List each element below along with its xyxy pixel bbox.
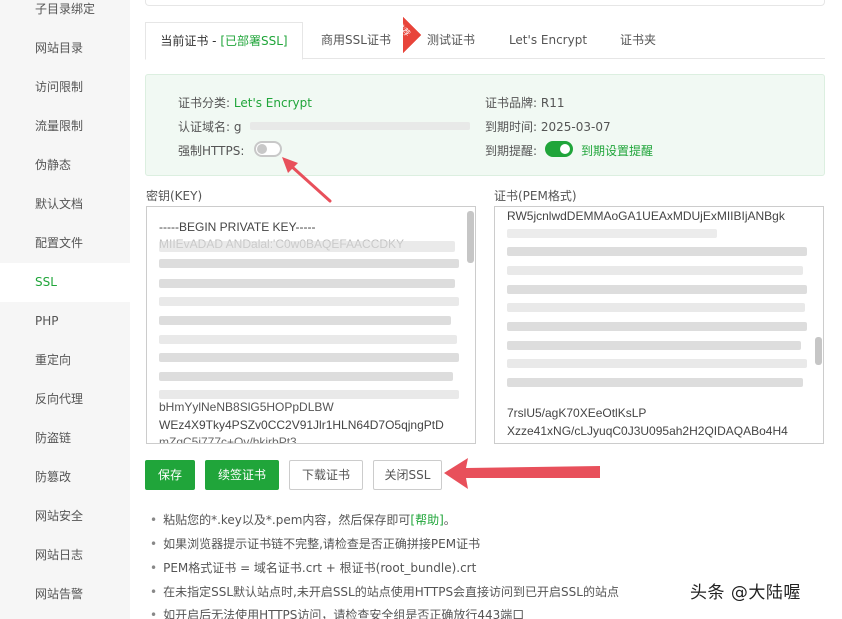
key-line-tail1: bHmYylNeNB8SlG5HOPpDLBW [159,400,334,414]
redacted-cert-line [507,266,803,275]
cert-expire-value: 2025-03-07 [540,120,611,134]
redacted-key-line [159,316,451,325]
sidebar-item-config-file[interactable]: 配置文件 [0,224,130,263]
sidebar-item-site-directory[interactable]: 网站目录 [0,29,130,68]
cert-brand-row: 证书品牌: R11 [485,94,564,111]
private-key-textarea[interactable]: -----BEGIN PRIVATE KEY----- MIIEvADAD AN… [146,206,476,444]
redacted-key-line [159,372,453,381]
redacted-cert-line [507,285,807,294]
key-line-tail2: WEz4X9Tky4PSZv0CC2V91Jlr1HLN64D7O5qjngPt… [159,418,444,432]
tab-commercial-ssl[interactable]: 商用SSL证书 [315,22,397,59]
sidebar-item-php[interactable]: PHP [0,302,130,341]
tab-current-cert[interactable]: 当前证书 - [已部署SSL] [145,22,303,60]
cert-line-first: RW5jcnlwdDEMMAoGA1UEAxMDUjExMIIBIjANBgk [507,209,785,223]
cert-domain-label: 认证域名: [178,120,231,134]
tab-current-cert-status: [已部署SSL] [220,34,288,48]
tip-suffix: 。 [443,513,456,527]
tab-cert-folder[interactable]: 证书夹 [613,22,663,59]
force-https-label: 强制HTTPS: [178,144,245,158]
force-https-toggle[interactable] [254,141,282,157]
redacted-cert-line [507,247,807,256]
redacted-cert-line [507,359,807,368]
cert-field-label: 证书(PEM格式) [494,189,577,203]
sidebar-item-traffic-limit[interactable]: 流量限制 [0,107,130,146]
sidebar-item-redirect[interactable]: 重定向 [0,341,130,380]
redacted-key-line [159,297,459,306]
redacted-cert-line [507,303,805,312]
tip-item: • 粘贴您的*.key以及*.pem内容，然后保存即可[帮助]。 [150,513,456,527]
tip-text: 如果浏览器提示证书链不完整,请检查是否正确拼接PEM证书 [163,537,481,551]
cert-brand-value: R11 [540,96,565,110]
toggle-knob [560,144,570,154]
site-settings-sidebar: 子目录绑定 网站目录 访问限制 流量限制 伪静态 默认文档 配置文件 SSL P… [0,0,130,619]
help-link[interactable]: [帮助] [410,513,443,527]
sidebar-item-ssl[interactable]: SSL [0,263,130,302]
key-line-begin: -----BEGIN PRIVATE KEY----- [159,220,316,234]
sidebar-item-hotlink[interactable]: 防盗链 [0,419,130,458]
sidebar-item-access-limit[interactable]: 访问限制 [0,68,130,107]
redacted-domain [250,122,470,130]
tip-item: • 如开启后无法使用HTTPS访问，请检查安全组是否正确放行443端口 [150,606,524,619]
redacted-cert-line [507,322,807,331]
tip-text: 在未指定SSL默认站点时,未开启SSL的站点使用HTTPS会直接访问到已开启SS… [163,585,619,599]
tip-text: PEM格式证书 = 域名证书.crt + 根证书(root_bundle).cr… [163,561,477,575]
arrow-to-close-ssl [444,458,600,489]
tab-lets-encrypt[interactable]: Let's Encrypt [503,22,593,59]
sidebar-item-site-log[interactable]: 网站日志 [0,536,130,575]
close-ssl-button[interactable]: 关闭SSL [373,460,442,490]
key-scrollbar[interactable] [467,211,474,263]
tip-item: • PEM格式证书 = 域名证书.crt + 根证书(root_bundle).c… [150,561,477,575]
tip-text: 如开启后无法使用HTTPS访问，请检查安全组是否正确放行443端口 [163,608,525,619]
cert-domain-row: 认证域名: g [178,118,242,135]
download-cert-button[interactable]: 下载证书 [289,460,363,490]
cert-scrollbar[interactable] [815,337,822,365]
key-line-tail3: mZgC5i777c+Qv/hkirbPt3 [159,435,297,444]
save-button[interactable]: 保存 [145,460,195,490]
redacted-cert-line [507,341,801,350]
cert-line-tail2: Xzze41xNG/cLJyuqC0J3U095ah2H2QIDAQABo4H4 [507,424,788,438]
sidebar-item-site-security[interactable]: 网站安全 [0,497,130,536]
redacted-key-line [159,279,455,288]
expire-remind-settings-link[interactable]: 到期设置提醒 [581,142,653,159]
certificate-textarea[interactable]: RW5jcnlwdDEMMAoGA1UEAxMDUjExMIIBIjANBgk … [494,206,824,444]
sidebar-item-subdir-binding[interactable]: 子目录绑定 [0,0,130,29]
cert-category-row: 证书分类: Let's Encrypt [178,94,312,111]
redacted-cert-line [507,229,717,238]
redacted-cert-line [507,378,803,387]
expire-remind-toggle[interactable] [545,141,573,157]
cert-domain-value: g [233,120,242,134]
sidebar-item-site-alarm[interactable]: 网站告警 [0,575,130,614]
cert-expire-label: 到期时间: [485,120,538,134]
expire-remind-row: 到期提醒: [485,142,537,159]
expire-remind-label: 到期提醒: [485,144,538,158]
watermark: 头条 @大陆喔 [690,583,801,603]
sidebar-item-tamper-proof[interactable]: 防篡改 [0,458,130,497]
tab-test-cert[interactable]: 测试证书 [423,22,479,59]
redacted-key-line [159,335,457,344]
redacted-key-line [159,353,459,362]
key-field-label: 密钥(KEY) [146,189,203,203]
redacted-key-line [159,259,459,268]
renew-cert-button[interactable]: 续签证书 [205,460,279,490]
tab-current-cert-label: 当前证书 - [160,34,221,48]
sidebar-item-default-doc[interactable]: 默认文档 [0,185,130,224]
force-https-row: 强制HTTPS: [178,142,244,159]
tip-item: • 在未指定SSL默认站点时,未开启SSL的站点使用HTTPS会直接访问到已开启S… [150,585,619,599]
cert-line-tail1: 7rslU5/agK70XEeOtlKsLP [507,406,647,420]
cert-category-value: Let's Encrypt [233,96,312,110]
cert-expire-row: 到期时间: 2025-03-07 [485,118,611,135]
redacted-key-line [159,241,455,252]
top-panel-edge [145,0,825,6]
cert-category-label: 证书分类: [178,96,231,110]
cert-brand-label: 证书品牌: [485,96,538,110]
ssl-tabs: 当前证书 - [已部署SSL] 商用SSL证书 测试证书 Let's Encry… [145,22,825,60]
tip-item: • 如果浏览器提示证书链不完整,请检查是否正确拼接PEM证书 [150,537,481,551]
sidebar-item-reverse-proxy[interactable]: 反向代理 [0,380,130,419]
toggle-knob [257,144,267,154]
redacted-key-line [159,390,459,399]
tip-text: 粘贴您的*.key以及*.pem内容，然后保存即可 [163,513,411,527]
sidebar-item-rewrite[interactable]: 伪静态 [0,146,130,185]
